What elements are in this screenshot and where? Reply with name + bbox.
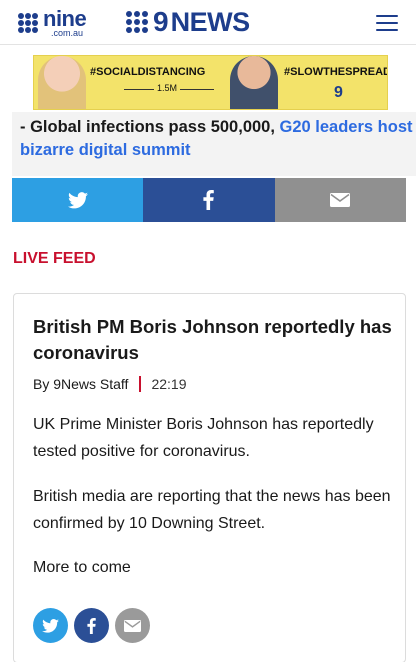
email-icon [124, 619, 141, 632]
site-header: nine .com.au 9 NEWS [0, 0, 416, 45]
twitter-icon [42, 618, 59, 633]
post-share-buttons [33, 608, 150, 643]
share-bar [12, 178, 406, 222]
facebook-icon [203, 190, 215, 210]
post-share-facebook-button[interactable] [74, 608, 109, 643]
post-author: By 9News Staff [33, 376, 129, 392]
headline-text: - Global infections pass 500,000, [20, 118, 280, 136]
post-paragraph: UK Prime Minister Boris Johnson has repo… [33, 416, 374, 460]
banner-tag-right: #SLOWTHESPREAD [284, 66, 388, 78]
nine-logo-word: nine [43, 6, 87, 31]
post-share-twitter-button[interactable] [33, 608, 68, 643]
facebook-icon [87, 617, 96, 634]
nine-logo-sub: .com.au [51, 28, 84, 38]
social-distancing-banner[interactable]: #SOCIALDISTANCING 1.5M #SLOWTHESPREAD 9 [33, 55, 388, 110]
9news-logo[interactable]: 9 NEWS [126, 6, 251, 37]
live-feed-label: LIVE FEED [13, 250, 96, 267]
headline-summary: - Global infections pass 500,000, G20 le… [12, 112, 416, 176]
banner-9-logo: 9 [334, 84, 343, 101]
email-icon [330, 193, 351, 207]
banner-tag-left: #SOCIALDISTANCING [90, 66, 206, 78]
post-paragraph: British media are reporting that the new… [33, 488, 391, 532]
nine-dots-icon [18, 13, 40, 33]
share-twitter-button[interactable] [12, 178, 144, 222]
post-time: 22:19 [151, 376, 187, 392]
presenter-right-image [230, 56, 278, 109]
nine-com-au-logo[interactable]: nine .com.au [18, 6, 87, 38]
share-facebook-button[interactable] [143, 178, 275, 222]
share-email-button[interactable] [274, 178, 406, 222]
post-paragraph: More to come [33, 559, 131, 576]
post-byline: By 9News Staff 22:19 [33, 376, 187, 392]
hamburger-icon[interactable] [376, 15, 398, 31]
post-title: British PM Boris Johnson reportedly has … [33, 316, 392, 363]
news-logo-nine: 9 [153, 6, 169, 37]
post-share-email-button[interactable] [115, 608, 150, 643]
live-feed-post: British PM Boris Johnson reportedly has … [13, 293, 406, 662]
byline-divider [139, 376, 142, 392]
banner-distance: 1.5M [154, 83, 181, 93]
news-logo-word: NEWS [170, 6, 251, 37]
presenter-left-image [38, 56, 86, 109]
news-dots-icon [126, 11, 150, 33]
twitter-icon [67, 191, 88, 208]
